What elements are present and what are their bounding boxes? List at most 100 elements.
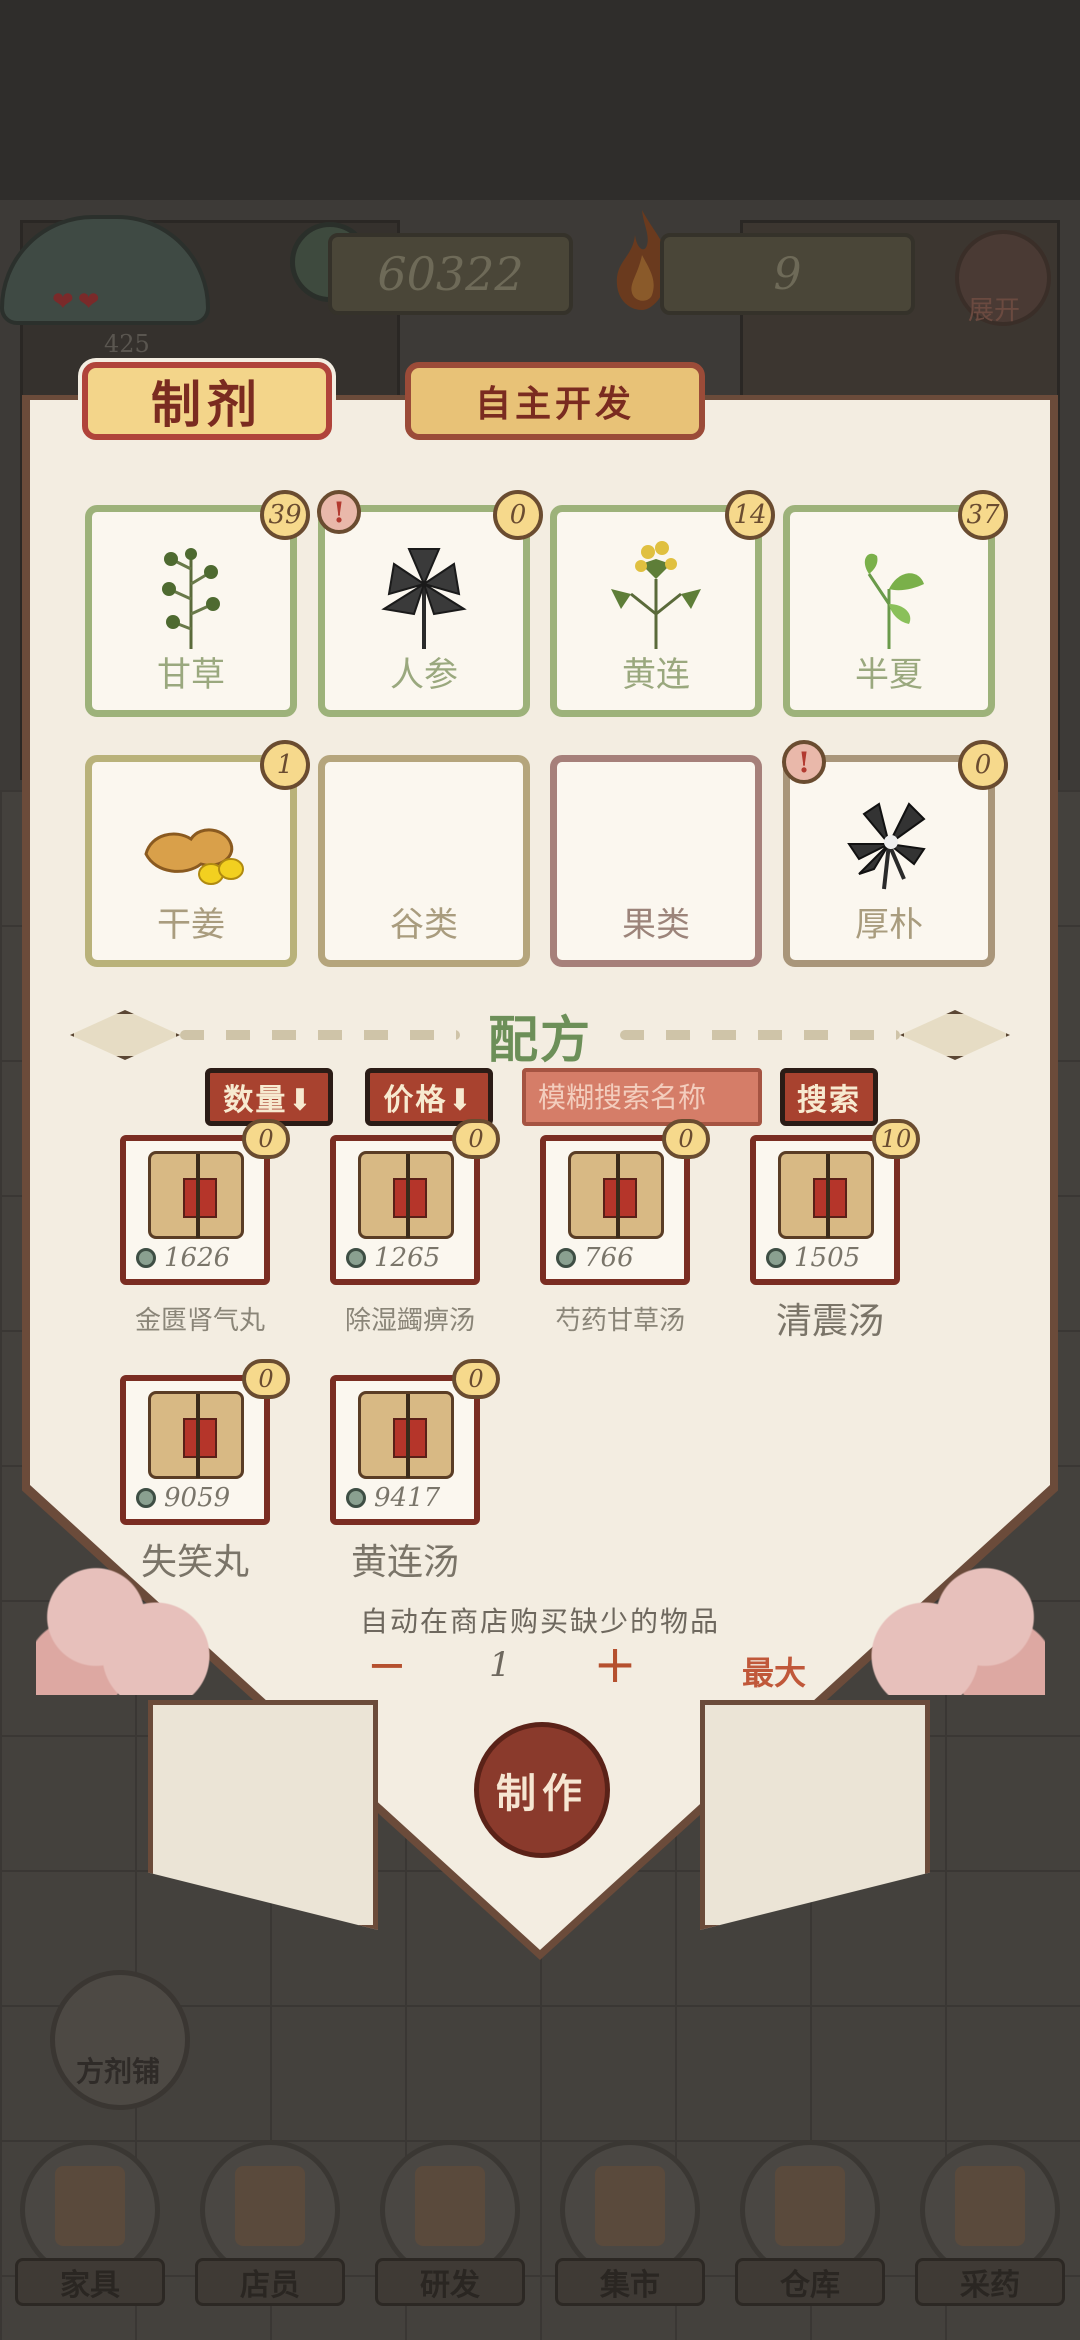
herb-slot-gancao[interactable]: 甘草 39	[85, 490, 310, 717]
herb-slot-huanglian[interactable]: 黄连 14	[550, 490, 775, 717]
quantity-decrement-button[interactable]: −	[362, 1637, 412, 1693]
price-row: 1626	[136, 1243, 258, 1273]
chair-icon	[55, 2166, 125, 2246]
recipe-card[interactable]: 1626 0	[120, 1119, 290, 1285]
nav-gather-herbs[interactable]: 采药	[915, 2140, 1065, 2310]
quantity-increment-button[interactable]: +	[590, 1635, 640, 1695]
sort-by-price-button[interactable]: 价格⬇	[365, 1068, 493, 1126]
nav-label: 采药	[915, 2258, 1065, 2306]
recipe-name: 芍药甘草汤	[554, 1306, 685, 1336]
tab-self-development[interactable]: 自主开发	[405, 362, 705, 440]
coin-icon	[136, 1248, 156, 1268]
shop-label: 方剂铺	[75, 2055, 160, 2088]
price-row: 1505	[766, 1243, 888, 1273]
recipe-price: 766	[584, 1243, 634, 1273]
count-badge: 14	[725, 490, 775, 540]
parcel-icon	[358, 1151, 454, 1239]
auto-buy-notice: 自动在商店购买缺少的物品	[359, 1605, 720, 1638]
recipe-card[interactable]: 1265 0	[330, 1119, 500, 1285]
price-row: 766	[556, 1243, 678, 1273]
nav-label: 集市	[555, 2258, 705, 2306]
recipe-price: 1505	[794, 1243, 861, 1273]
quantity-value: 1	[489, 1645, 511, 1685]
search-button[interactable]: 搜索	[780, 1068, 878, 1126]
herb-name: 厚朴	[855, 905, 923, 945]
parcel-icon	[358, 1391, 454, 1479]
gancao-icon	[162, 548, 220, 649]
herb-slot-grains[interactable]: 谷类	[318, 755, 530, 967]
mountain-icon	[955, 2166, 1025, 2246]
recipe-name: 黄连汤	[350, 1542, 459, 1583]
recipe-card[interactable]: 9059 0	[120, 1359, 290, 1525]
nav-label: 仓库	[735, 2258, 885, 2306]
fire-counter: 9	[660, 233, 915, 315]
count-badge: 0	[493, 490, 543, 540]
warehouse-icon	[775, 2166, 845, 2246]
tab-preparation[interactable]: 制剂	[82, 362, 332, 440]
recipe-price: 1626	[164, 1243, 231, 1273]
cloud-ornament-right	[845, 1565, 1045, 1695]
herb-slot-renshen[interactable]: 人参 ! 0	[317, 490, 543, 717]
herb-name: 干姜	[157, 905, 225, 945]
herb-name: 人参	[390, 655, 458, 695]
level-value: 425	[104, 330, 150, 358]
recipe-price: 9417	[374, 1483, 441, 1513]
recipe-card[interactable]: 9417 0	[330, 1359, 500, 1525]
ginger-icon	[144, 828, 244, 885]
count-badge: 0	[242, 1119, 290, 1159]
herb-slot-ganjiang[interactable]: 干姜 1	[85, 740, 310, 967]
divider-left	[180, 1030, 460, 1040]
herb-name: 谷类	[390, 905, 458, 945]
parcel-icon	[568, 1151, 664, 1239]
recipe-name: 失笑丸	[140, 1542, 249, 1583]
expand-label: 展开	[968, 296, 1021, 326]
research-icon	[415, 2166, 485, 2246]
divider-right	[620, 1030, 900, 1040]
coin-counter: 60322	[328, 233, 573, 315]
scene-background-top	[0, 0, 1080, 200]
count-badge: 39	[260, 490, 310, 540]
recipe-name: 清震汤	[775, 1301, 884, 1342]
coin-icon	[136, 1488, 156, 1508]
recipe-card[interactable]: 766 0	[540, 1119, 710, 1285]
nav-warehouse[interactable]: 仓库	[735, 2140, 885, 2310]
count-badge: 0	[452, 1359, 500, 1399]
alert-icon: !	[782, 740, 826, 784]
count-badge: 0	[242, 1359, 290, 1399]
nav-label: 家具	[15, 2258, 165, 2306]
count-badge: 1	[260, 740, 310, 790]
parcel-icon	[148, 1391, 244, 1479]
price-row: 9417	[346, 1483, 468, 1513]
nav-research[interactable]: 研发	[375, 2140, 525, 2310]
coin-icon	[346, 1248, 366, 1268]
recipe-price: 1265	[374, 1243, 441, 1273]
herb-name: 果类	[622, 905, 690, 945]
herb-slot-houpo[interactable]: 厚朴 ! 0	[782, 740, 1008, 967]
herb-name: 黄连	[622, 655, 690, 695]
herb-slot-banxia[interactable]: 半夏 37	[783, 490, 1008, 717]
recipe-card[interactable]: 1505 10	[750, 1119, 920, 1285]
recipe-section-title: 配方	[488, 1010, 592, 1069]
huanglian-icon	[611, 541, 701, 649]
max-quantity-button[interactable]: 最大	[742, 1648, 822, 1692]
make-button[interactable]: 制作	[474, 1722, 610, 1858]
nav-staff[interactable]: 店员	[195, 2140, 345, 2310]
herb-name: 半夏	[855, 655, 923, 695]
price-row: 9059	[136, 1483, 258, 1513]
sort-by-quantity-button[interactable]: 数量⬇	[205, 1068, 333, 1126]
recipe-name: 除湿蠲痹汤	[344, 1306, 475, 1336]
renshen-icon	[381, 548, 467, 649]
herb-slot-fruits[interactable]: 果类	[550, 755, 762, 967]
parcel-icon	[148, 1151, 244, 1239]
staff-icon	[235, 2166, 305, 2246]
market-icon	[595, 2166, 665, 2246]
nav-market[interactable]: 集市	[555, 2140, 705, 2310]
count-badge: 10	[872, 1119, 920, 1159]
count-badge: 0	[958, 740, 1008, 790]
recipe-name: 金匮肾气丸	[134, 1306, 265, 1336]
search-input[interactable]	[522, 1068, 762, 1126]
price-row: 1265	[346, 1243, 468, 1273]
nav-furniture[interactable]: 家具	[15, 2140, 165, 2310]
hearts-display: ❤❤	[52, 287, 104, 317]
nav-label: 研发	[375, 2258, 525, 2306]
